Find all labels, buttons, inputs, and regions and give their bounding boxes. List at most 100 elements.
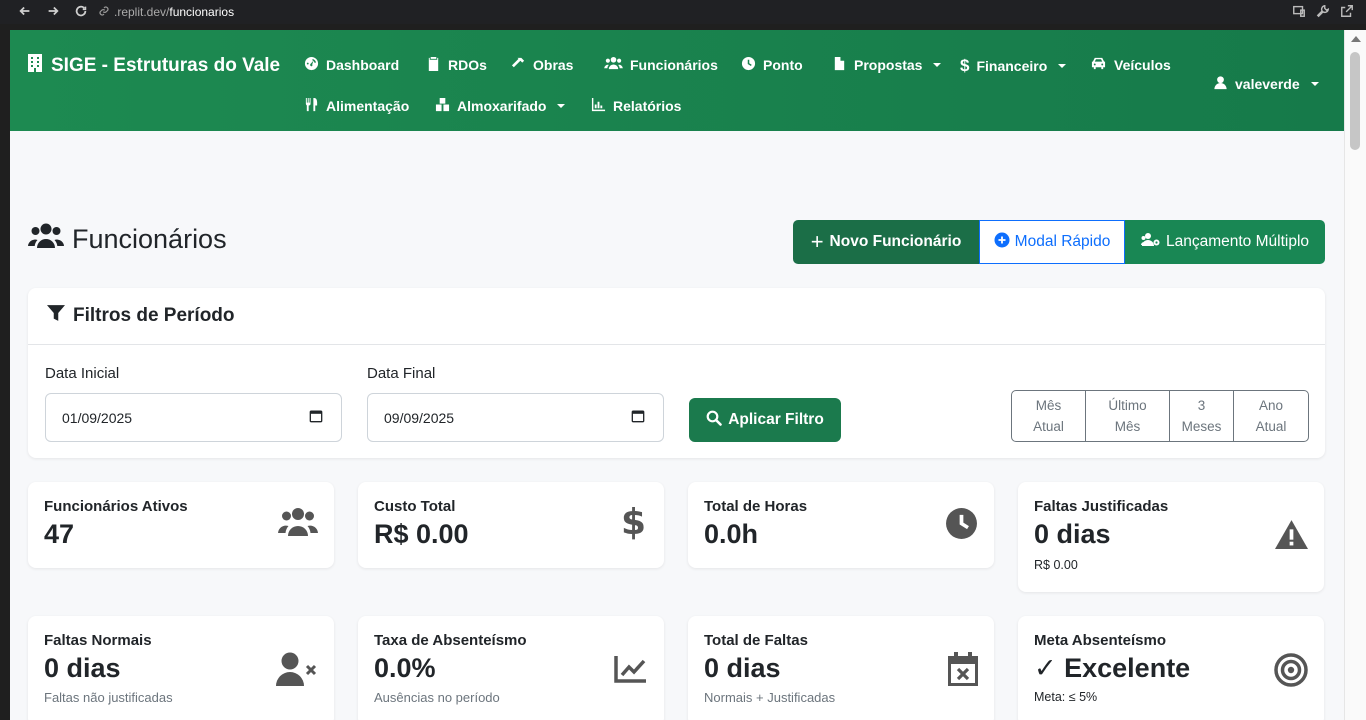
button-label: Aplicar Filtro [728, 411, 824, 428]
filter-header: Filtros de Período [28, 288, 1325, 345]
stat-value: 0 dias [1034, 519, 1111, 549]
period-shortcuts: Mês Atual Último Mês 3 Meses Ano Atual [1011, 390, 1309, 442]
back-icon[interactable] [18, 4, 32, 21]
external-link-icon[interactable] [1340, 4, 1354, 21]
search-icon [706, 410, 722, 431]
multi-entry-button[interactable]: Lançamento Múltiplo [1125, 220, 1325, 264]
stat-value: ✓ Excelente [1034, 653, 1191, 683]
target-icon [1274, 653, 1308, 692]
period-line: Ano [1258, 398, 1284, 413]
building-icon [27, 54, 43, 78]
stat-label: Faltas Justificadas [1034, 498, 1169, 515]
dollar-icon: $ [960, 56, 970, 75]
calendar-x-icon [948, 652, 978, 691]
forward-icon[interactable] [46, 4, 60, 21]
chart-icon [591, 97, 606, 115]
user-name: valeverde [1235, 76, 1300, 92]
nav-label: Almoxarifado [457, 98, 547, 114]
period-current-month-button[interactable]: Mês Atual [1012, 391, 1086, 441]
users-icon [604, 56, 623, 74]
stat-label: Total de Faltas [704, 632, 808, 649]
brand[interactable]: SIGE - Estruturas do Vale [27, 54, 280, 78]
page-title-text: Funcionários [72, 224, 227, 254]
period-line: Atual [1255, 419, 1287, 434]
calendar-icon[interactable] [631, 409, 645, 426]
address-bar[interactable]: .replit.dev/funcionarios [98, 2, 1278, 22]
button-label: Novo Funcionário [829, 233, 962, 250]
nav-propostas[interactable]: Propostas [832, 56, 942, 74]
period-line: Último [1108, 398, 1147, 413]
nav-rdos[interactable]: RDOs [426, 56, 487, 74]
stat-value: 0.0% [374, 653, 436, 683]
stat-label: Faltas Normais [44, 632, 152, 649]
nav-label: Relatórios [613, 98, 682, 114]
nav-alimentacao[interactable]: Alimentação [304, 97, 409, 115]
stat-value: R$ 0.00 [374, 519, 469, 549]
nav-label: Veículos [1114, 57, 1171, 73]
users-icon [28, 222, 64, 257]
nav-financeiro[interactable]: $ Financeiro [960, 56, 1067, 76]
stat-card-total-hours: Total de Horas 0.0h [688, 482, 994, 568]
wrench-icon[interactable] [1316, 4, 1330, 21]
user-icon [1213, 75, 1228, 93]
period-last-month-button[interactable]: Último Mês [1086, 391, 1170, 441]
stat-card-total-absences: Total de Faltas 0 dias Normais + Justifi… [688, 616, 994, 720]
stat-sub: R$ 0.00 [1034, 558, 1078, 572]
stat-sub: Ausências no período [374, 690, 500, 705]
stat-value: 0 dias [704, 653, 781, 683]
vertical-scrollbar[interactable] [1344, 30, 1366, 720]
nav-obras[interactable]: Obras [511, 56, 573, 74]
chevron-down-icon [557, 104, 566, 108]
end-date-input[interactable]: 09/09/2025 [367, 393, 664, 442]
url-path: funcionarios [169, 5, 235, 19]
nav-label: RDOs [448, 57, 487, 73]
apply-filter-button[interactable]: Aplicar Filtro [689, 398, 841, 442]
clock-icon [945, 507, 978, 545]
nav-funcionarios[interactable]: Funcionários [604, 56, 718, 74]
utensils-icon [304, 97, 319, 115]
chevron-down-icon [933, 63, 942, 67]
filter-title: Filtros de Período [73, 305, 235, 326]
period-line: Meses [1181, 419, 1222, 434]
stat-card-active-employees: Funcionários Ativos 47 [28, 482, 334, 568]
stat-value: 0 dias [44, 653, 121, 683]
start-date-input[interactable]: 01/09/2025 [45, 393, 342, 442]
link-icon [98, 5, 110, 20]
user-x-icon [276, 652, 318, 691]
warning-icon [1275, 520, 1308, 554]
user-menu[interactable]: valeverde [1213, 75, 1319, 93]
new-employee-button[interactable]: + Novo Funcionário [793, 220, 979, 264]
stat-card-absenteeism-rate: Taxa de Absenteísmo 0.0% Ausências no pe… [358, 616, 664, 720]
calendar-icon[interactable] [309, 409, 323, 426]
stat-label: Funcionários Ativos [44, 498, 188, 515]
nav-almoxarifado[interactable]: Almoxarifado [435, 97, 566, 115]
clipboard-icon [426, 56, 441, 74]
window-edge [0, 30, 10, 720]
start-date-label: Data Inicial [45, 365, 120, 382]
nav-veiculos[interactable]: Veículos [1090, 56, 1171, 74]
scrollbar-thumb[interactable] [1350, 52, 1360, 150]
nav-dashboard[interactable]: Dashboard [304, 56, 399, 74]
boxes-icon [435, 97, 450, 115]
browser-toolbar: .replit.dev/funcionarios [0, 0, 1366, 24]
users-icon [278, 506, 318, 543]
devices-icon[interactable] [1292, 4, 1306, 21]
quick-modal-button[interactable]: Modal Rápido [979, 220, 1125, 264]
stat-card-justified-absences: Faltas Justificadas 0 dias R$ 0.00 [1018, 482, 1324, 592]
stat-label: Custo Total [374, 498, 456, 515]
brand-title: SIGE - Estruturas do Vale [51, 55, 281, 76]
car-icon [1090, 56, 1107, 74]
nav-label: Alimentação [326, 98, 410, 114]
period-current-year-button[interactable]: Ano Atual [1234, 391, 1308, 441]
nav-ponto[interactable]: Ponto [741, 56, 803, 74]
nav-label: Financeiro [976, 58, 1048, 74]
stat-sub: Faltas não justificadas [44, 690, 173, 705]
dashboard-icon [304, 56, 319, 74]
scroll-up-icon[interactable] [1351, 36, 1361, 42]
nav-relatorios[interactable]: Relatórios [591, 97, 681, 115]
users-cog-icon [1140, 232, 1161, 253]
period-3-months-button[interactable]: 3 Meses [1170, 391, 1234, 441]
plus-icon: + [810, 229, 824, 254]
reload-icon[interactable] [74, 4, 88, 21]
button-label: Modal Rápido [1014, 233, 1111, 250]
